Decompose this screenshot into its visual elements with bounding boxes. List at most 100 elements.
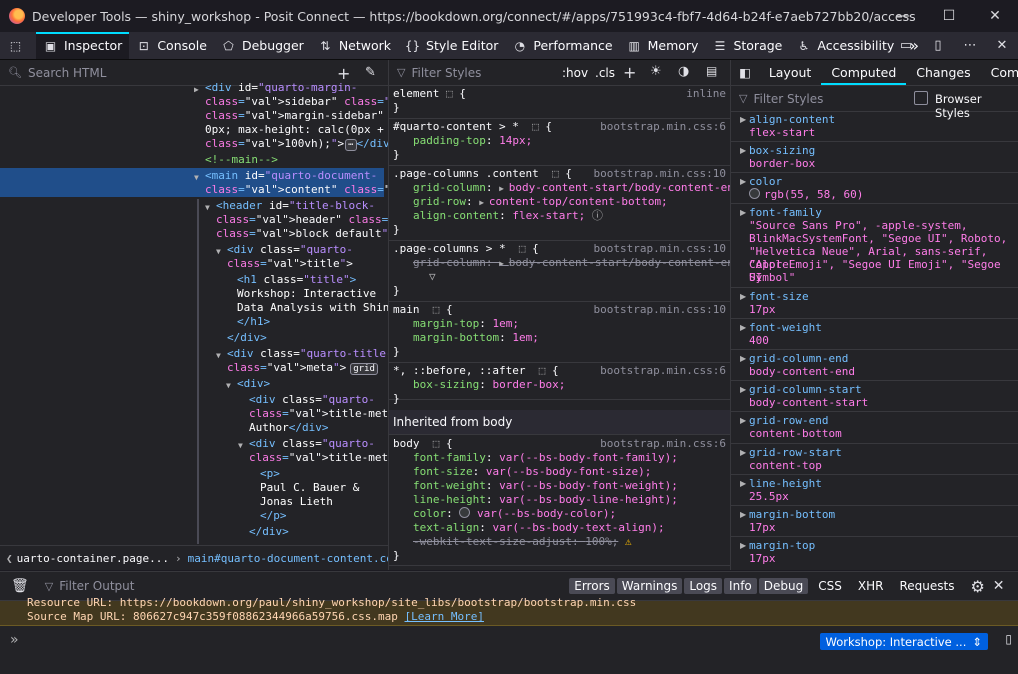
rule-declaration[interactable]: font-weight: var(--bs-body-font-weight); [413, 479, 678, 493]
settings-gear-icon[interactable]: ⚙ [970, 577, 984, 596]
computed-property-name[interactable]: margin-top [749, 539, 815, 552]
tab-debugger[interactable]: ⬠ Debugger [214, 32, 311, 59]
expand-property-icon[interactable]: ▶ [740, 416, 746, 425]
rule-close-brace[interactable]: } [393, 223, 400, 237]
markup-line[interactable]: ▼ <main id="quarto-document- [194, 169, 377, 183]
rule-declaration[interactable]: font-family: var(--bs-body-font-family); [413, 451, 678, 465]
breadcrumb-item-current[interactable]: main#quarto-document-content.content [188, 552, 388, 565]
print-media-icon[interactable]: ▤ [706, 64, 717, 78]
options-menu-icon[interactable]: ⋯ [954, 38, 986, 53]
rule-declaration[interactable]: font-size: var(--bs-body-font-size); [413, 465, 651, 479]
filter-rule-icon[interactable]: ▽ [429, 270, 436, 284]
filter-css-button[interactable]: CSS [818, 579, 842, 593]
split-console-icon[interactable]: ▭ [890, 38, 922, 53]
markup-line[interactable]: ▶ <div id="quarto-margin- [194, 81, 357, 95]
rule-declaration[interactable]: text-align: var(--bs-body-text-align); [413, 521, 665, 535]
markup-line[interactable]: Data Analysis with Shiny [237, 301, 388, 315]
rule-source-link[interactable]: bootstrap.min.css:10 [594, 242, 726, 255]
toggle-sidebar-icon[interactable]: ◧ [731, 60, 759, 85]
rule-declaration[interactable]: grid-column: ▶ body-content-start/body-c… [413, 256, 730, 271]
rule-close-brace[interactable]: } [393, 101, 400, 115]
responsive-design-icon[interactable]: ▯ [922, 38, 954, 53]
computed-property-name[interactable]: font-size [749, 290, 809, 303]
rule-selector[interactable]: #quarto-content > * ⬚ { [393, 120, 552, 134]
tab-compatibility[interactable]: Com [981, 60, 1018, 85]
expand-property-icon[interactable]: ▶ [740, 510, 746, 519]
markup-line[interactable]: Jonas Lieth [260, 495, 333, 509]
rule-declaration[interactable]: grid-column: ▶ body-content-start/body-c… [413, 181, 730, 196]
filter-errors-button[interactable]: Errors [569, 578, 615, 594]
markup-line[interactable]: <p> [260, 467, 280, 481]
computed-property-name[interactable]: align-content [749, 113, 835, 126]
rule-source-link[interactable]: bootstrap.min.css:6 [600, 364, 726, 377]
tab-performance[interactable]: ◔ Performance [505, 32, 619, 59]
trash-icon[interactable]: 🗑︎ [11, 578, 29, 594]
rule-selector[interactable]: .page-columns > * ⬚ { [393, 242, 539, 256]
markup-line[interactable]: class="val">sidebar" class="sidebar [205, 95, 388, 109]
expand-property-icon[interactable]: ▶ [740, 541, 746, 550]
computed-property-name[interactable]: grid-column-end [749, 352, 848, 365]
markup-line[interactable]: ▼ <div> [226, 377, 270, 391]
markup-line[interactable]: class="val">meta"> grid [227, 361, 378, 375]
add-rule-icon[interactable]: + [623, 63, 636, 82]
markup-line[interactable]: </div> [227, 331, 267, 345]
learn-more-link[interactable]: [Learn More] [405, 610, 484, 623]
tab-console[interactable]: ⊡ Console [129, 32, 214, 59]
dark-theme-icon[interactable]: ◑ [678, 64, 689, 79]
rule-selector[interactable]: .page-columns .content ⬚ { [393, 167, 572, 181]
markup-line[interactable]: <h1 class="title"> [237, 273, 356, 287]
expand-property-icon[interactable]: ▶ [740, 146, 746, 155]
tab-network[interactable]: ⇅ Network [311, 32, 398, 59]
rule-source-link[interactable]: inline [686, 87, 726, 100]
minimize-button[interactable]: — [880, 0, 926, 32]
filter-warnings-button[interactable]: Warnings [616, 578, 683, 594]
markup-line[interactable]: class="val">margin-sidebar" style="top: [205, 109, 388, 123]
tab-computed[interactable]: Computed [821, 60, 906, 85]
filter-logs-button[interactable]: Logs [684, 578, 723, 594]
close-devtools-icon[interactable]: ✕ [986, 38, 1018, 53]
expand-property-icon[interactable]: ▶ [740, 208, 746, 217]
computed-property-name[interactable]: box-sizing [749, 144, 815, 157]
tab-layout[interactable]: Layout [759, 60, 822, 85]
markup-line[interactable]: ▼ <div class="quarto- [238, 437, 375, 451]
eyedropper-icon[interactable]: ✎ [365, 65, 376, 80]
tab-style-editor[interactable]: {} Style Editor [398, 32, 505, 59]
markup-line[interactable]: ▼ <div class="quarto- [216, 243, 353, 257]
hov-toggle[interactable]: :hov [562, 66, 588, 80]
expand-property-icon[interactable]: ▶ [740, 292, 746, 301]
editor-mode-icon[interactable]: ▯ [1005, 632, 1012, 646]
markup-line[interactable]: <!--main--> [205, 153, 278, 167]
chevron-left-icon[interactable]: ❮ [6, 552, 13, 565]
expand-toggle-icon[interactable]: ▼ [238, 439, 243, 453]
markup-line[interactable]: class="val">title-meta-contents"> [249, 451, 388, 465]
expand-toggle-icon[interactable]: ▼ [216, 349, 221, 363]
markup-line[interactable]: class="val">title-meta-heading"> [249, 407, 388, 421]
expand-property-icon[interactable]: ▶ [740, 115, 746, 124]
rule-declaration[interactable]: padding-top: 14px; [413, 134, 532, 148]
expand-toggle-icon[interactable]: ▼ [194, 171, 199, 185]
tab-storage[interactable]: ☰ Storage [705, 32, 789, 59]
expand-property-icon[interactable]: ▶ [740, 177, 746, 186]
rule-selector[interactable]: *, ::before, ::after ⬚ { [393, 364, 559, 378]
rule-close-brace[interactable]: } [393, 284, 400, 298]
rule-declaration[interactable]: grid-row: ▶ content-top/content-bottom; [413, 195, 668, 210]
rule-declaration[interactable]: box-sizing: border-box; [413, 378, 565, 392]
search-html-input[interactable]: Search HTML [28, 66, 106, 80]
collapsed-content-badge[interactable]: ⋯ [345, 139, 357, 151]
breadcrumb-item[interactable]: uarto-container.page... [17, 552, 169, 565]
markup-line[interactable]: Workshop: Interactive [237, 287, 376, 301]
computed-property-name[interactable]: line-height [749, 477, 822, 490]
console-prompt-icon[interactable]: » [10, 632, 19, 648]
markup-line[interactable]: class="val">title"> [227, 257, 353, 271]
rule-source-link[interactable]: bootstrap.min.css:6 [600, 120, 726, 133]
browser-styles-checkbox[interactable] [914, 91, 928, 105]
expand-property-icon[interactable]: ▶ [740, 354, 746, 363]
expand-toggle-icon[interactable]: ▼ [226, 379, 231, 393]
computed-property-name[interactable]: color [749, 175, 782, 188]
expand-property-icon[interactable]: ▶ [740, 385, 746, 394]
rule-close-brace[interactable]: } [393, 148, 400, 162]
close-console-icon[interactable]: ✕ [993, 578, 1005, 594]
context-selector[interactable]: Workshop: Interactive ... ⇕ [819, 633, 988, 650]
markup-line[interactable]: class="val">block default"> [216, 227, 388, 241]
computed-property-name[interactable]: grid-row-start [749, 446, 842, 459]
